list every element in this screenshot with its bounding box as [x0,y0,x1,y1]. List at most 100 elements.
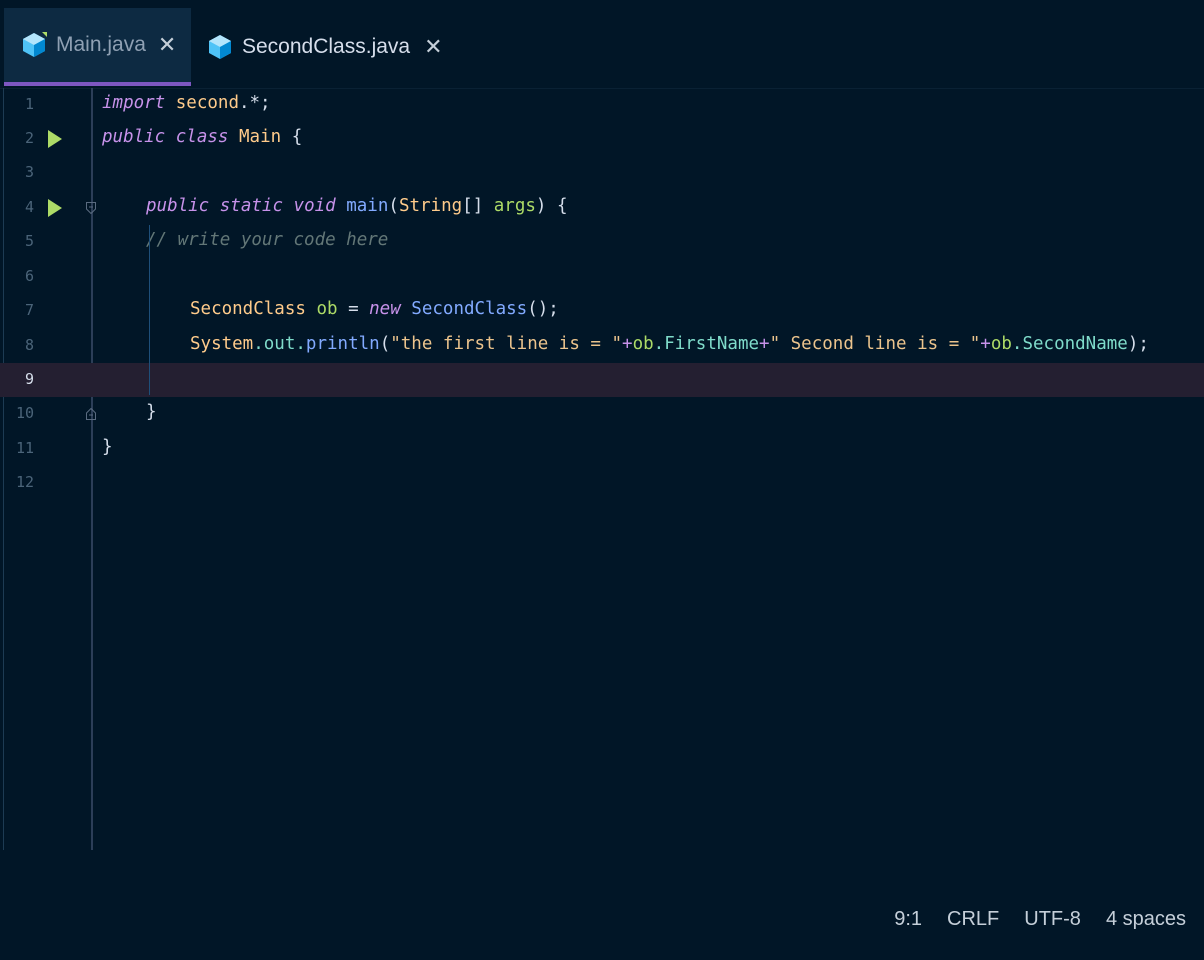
code-text: System.out.println("the first line is = … [190,334,1149,354]
punctuation: . [295,334,306,354]
editor-tab-bar: Main.java ✕ SecondClass.java ✕ [0,0,1204,89]
keyword: new [369,299,401,319]
tab-label: Main.java [56,33,146,56]
string-literal: " Second line is = " [769,334,981,354]
line-number: 4 [24,198,34,216]
code-line[interactable]: 11 } [0,432,1204,466]
operator: + [622,334,633,354]
punctuation: ) { [535,196,568,216]
indent-guide [149,225,150,395]
code-line[interactable]: 6 [0,260,1204,294]
line-number: 3 [24,163,34,181]
tab-label: SecondClass.java [242,35,411,58]
closing-brace: } [102,437,113,457]
fold-icon[interactable] [86,202,96,214]
method-name: println [305,334,380,354]
code-line[interactable]: 2 public class Main { [0,122,1204,156]
line-number: 11 [15,439,34,457]
line-number: 12 [15,473,34,491]
line-number: 2 [24,129,34,147]
line-number: 9 [24,370,34,388]
class-name: Main [239,127,282,147]
tab-main-java[interactable]: Main.java ✕ [4,8,191,86]
punctuation: { [281,127,303,147]
punctuation: . [1011,334,1023,354]
keyword: public [102,127,166,147]
string-literal: "the first line is = " [390,334,623,354]
punctuation: [] [462,196,494,216]
code-line[interactable]: 8 System.out.println("the first line is … [0,329,1204,363]
punctuation: . [653,334,665,354]
operator: + [980,334,991,354]
field-name: out [263,334,296,354]
code-line[interactable]: 12 [0,466,1204,500]
file-encoding[interactable]: UTF-8 [1024,908,1081,931]
method-name: main [346,196,389,216]
code-line[interactable]: 5 // write your code here [0,225,1204,259]
line-number: 1 [24,95,34,113]
variable: ob [990,334,1012,354]
line-number: 8 [24,336,34,354]
line-number: 5 [24,232,34,250]
class-name: System [190,334,254,354]
package-name: second [175,93,239,113]
type-name: SecondClass [190,299,306,319]
punctuation: (); [527,299,559,319]
close-icon[interactable]: ✕ [158,34,176,56]
line-ending[interactable]: CRLF [947,908,999,931]
code-line[interactable]: 3 [0,156,1204,190]
punctuation: .*; [238,93,271,113]
code-line[interactable]: 1 import second.*; [0,88,1204,122]
code-text: SecondClass ob = new SecondClass(); [190,299,559,319]
variable: ob [632,334,654,354]
punctuation: ); [1127,334,1149,354]
code-text: import second.*; [102,93,271,113]
closing-brace: } [146,402,157,422]
close-icon[interactable]: ✕ [424,36,442,58]
java-cube-icon [20,31,48,59]
cursor-position[interactable]: 9:1 [894,908,922,931]
code-editor[interactable]: 1 import second.*; 2 public class Main {… [0,88,1204,850]
keyword: static [219,196,283,216]
code-line[interactable]: 10 } [0,397,1204,431]
punctuation: ( [379,334,391,354]
java-cube-icon [206,33,234,61]
line-number: 7 [24,301,34,319]
punctuation: ( [388,196,399,216]
line-number: 10 [15,404,34,422]
field-name: FirstName [664,334,760,354]
run-icon[interactable] [48,199,62,217]
keyword: import [102,93,166,113]
line-number: 6 [24,267,34,285]
code-comment: // write your code here [146,230,389,250]
keyword: public [146,196,210,216]
operator: = [337,299,370,319]
punctuation: . [253,334,264,354]
field-name: SecondName [1022,334,1128,354]
indentation[interactable]: 4 spaces [1106,908,1186,931]
type-name: String [398,196,463,216]
code-line[interactable]: 4 public static void main(String[] args)… [0,191,1204,225]
variable: ob [316,299,338,319]
tab-secondclass-java[interactable]: SecondClass.java ✕ [200,8,460,86]
status-bar: 9:1 CRLF UTF-8 4 spaces [0,850,1204,960]
run-icon[interactable] [48,130,62,148]
operator: + [759,334,770,354]
code-text: public class Main { [102,127,302,147]
code-text: public static void main(String[] args) { [146,196,568,216]
keyword: class [175,127,229,147]
parameter: args [493,196,536,216]
keyword: void [293,196,336,216]
fold-end-icon[interactable] [86,408,96,420]
constructor-name: SecondClass [411,299,528,319]
current-code-line[interactable]: 9 [0,363,1204,397]
code-line[interactable]: 7 SecondClass ob = new SecondClass(); [0,294,1204,328]
